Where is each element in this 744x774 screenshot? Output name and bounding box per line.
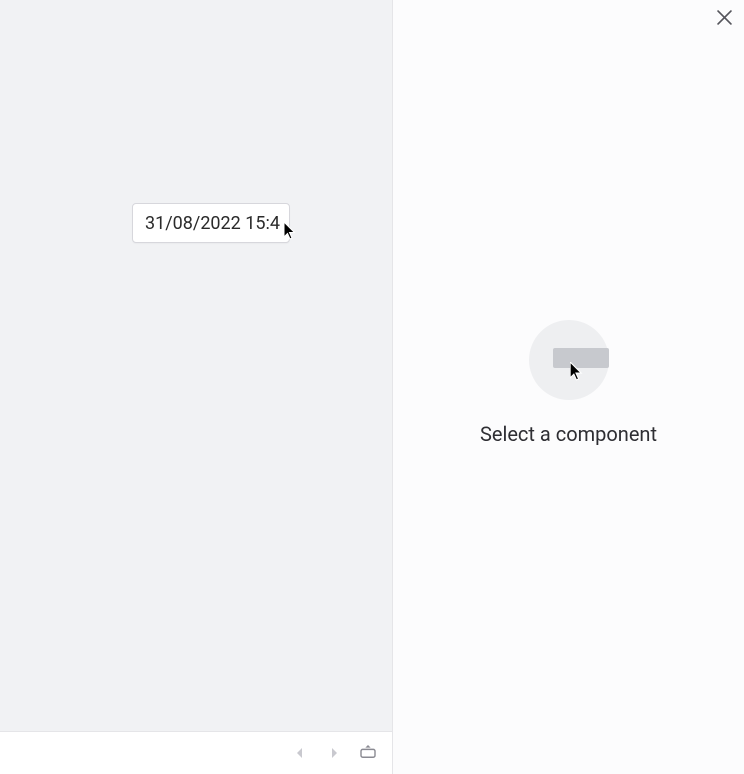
- empty-state-illustration: [529, 320, 609, 400]
- canvas-toolbar: [0, 732, 392, 774]
- fullscreen-icon: [359, 745, 377, 762]
- nav-back-button[interactable]: [286, 739, 314, 767]
- chevron-left-icon: [295, 746, 305, 761]
- empty-state-text: Select a component: [480, 422, 657, 446]
- canvas-pane: 31/08/2022 15:4: [0, 0, 393, 774]
- close-icon: [717, 10, 732, 28]
- inspector-pane: Select a component: [393, 0, 744, 774]
- nav-forward-button[interactable]: [320, 739, 348, 767]
- app-root: 31/08/2022 15:4: [0, 0, 744, 774]
- datetime-input[interactable]: 31/08/2022 15:4: [132, 203, 290, 243]
- cursor-icon: [570, 362, 584, 385]
- canvas-viewport[interactable]: 31/08/2022 15:4: [0, 0, 392, 732]
- fullscreen-button[interactable]: [354, 739, 382, 767]
- close-button[interactable]: [710, 5, 738, 33]
- chevron-right-icon: [329, 746, 339, 761]
- inspector-empty-state: Select a component: [480, 320, 657, 446]
